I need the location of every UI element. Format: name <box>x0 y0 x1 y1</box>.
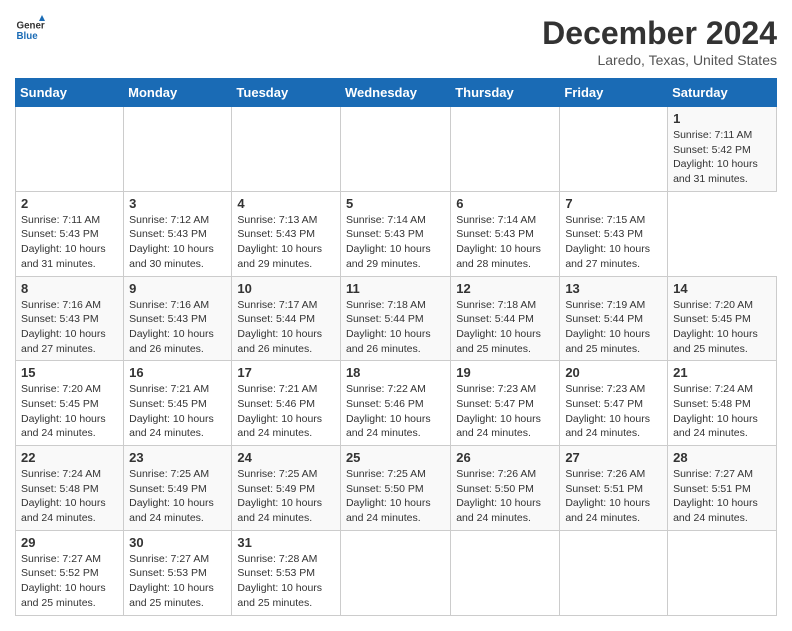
day-cell-14: 14Sunrise: 7:20 AM Sunset: 5:45 PM Dayli… <box>668 276 777 361</box>
empty-cell <box>451 530 560 615</box>
calendar-table: SundayMondayTuesdayWednesdayThursdayFrid… <box>15 78 777 616</box>
empty-cell <box>232 107 341 192</box>
day-cell-6: 6Sunrise: 7:14 AM Sunset: 5:43 PM Daylig… <box>451 191 560 276</box>
day-cell-29: 29Sunrise: 7:27 AM Sunset: 5:52 PM Dayli… <box>16 530 124 615</box>
day-cell-4: 4Sunrise: 7:13 AM Sunset: 5:43 PM Daylig… <box>232 191 341 276</box>
day-cell-17: 17Sunrise: 7:21 AM Sunset: 5:46 PM Dayli… <box>232 361 341 446</box>
empty-cell <box>124 107 232 192</box>
day-cell-5: 5Sunrise: 7:14 AM Sunset: 5:43 PM Daylig… <box>340 191 450 276</box>
day-cell-31: 31Sunrise: 7:28 AM Sunset: 5:53 PM Dayli… <box>232 530 341 615</box>
weekday-header-thursday: Thursday <box>451 79 560 107</box>
svg-text:Blue: Blue <box>17 31 39 42</box>
logo: General Blue <box>15 15 45 45</box>
empty-cell <box>340 107 450 192</box>
week-row-2: 2Sunrise: 7:11 AM Sunset: 5:43 PM Daylig… <box>16 191 777 276</box>
weekday-header-row: SundayMondayTuesdayWednesdayThursdayFrid… <box>16 79 777 107</box>
day-cell-1: 1Sunrise: 7:11 AM Sunset: 5:42 PM Daylig… <box>668 107 777 192</box>
day-cell-20: 20Sunrise: 7:23 AM Sunset: 5:47 PM Dayli… <box>560 361 668 446</box>
day-cell-19: 19Sunrise: 7:23 AM Sunset: 5:47 PM Dayli… <box>451 361 560 446</box>
day-cell-10: 10Sunrise: 7:17 AM Sunset: 5:44 PM Dayli… <box>232 276 341 361</box>
empty-cell <box>340 530 450 615</box>
week-row-4: 15Sunrise: 7:20 AM Sunset: 5:45 PM Dayli… <box>16 361 777 446</box>
day-cell-2: 2Sunrise: 7:11 AM Sunset: 5:43 PM Daylig… <box>16 191 124 276</box>
day-cell-12: 12Sunrise: 7:18 AM Sunset: 5:44 PM Dayli… <box>451 276 560 361</box>
day-cell-18: 18Sunrise: 7:22 AM Sunset: 5:46 PM Dayli… <box>340 361 450 446</box>
day-cell-7: 7Sunrise: 7:15 AM Sunset: 5:43 PM Daylig… <box>560 191 668 276</box>
calendar-title: December 2024 <box>542 15 777 52</box>
week-row-5: 22Sunrise: 7:24 AM Sunset: 5:48 PM Dayli… <box>16 446 777 531</box>
empty-cell <box>560 107 668 192</box>
day-cell-8: 8Sunrise: 7:16 AM Sunset: 5:43 PM Daylig… <box>16 276 124 361</box>
day-cell-28: 28Sunrise: 7:27 AM Sunset: 5:51 PM Dayli… <box>668 446 777 531</box>
svg-text:General: General <box>17 21 46 32</box>
day-cell-9: 9Sunrise: 7:16 AM Sunset: 5:43 PM Daylig… <box>124 276 232 361</box>
title-area: December 2024 Laredo, Texas, United Stat… <box>542 15 777 68</box>
logo-icon: General Blue <box>15 15 45 45</box>
empty-cell <box>560 530 668 615</box>
weekday-header-saturday: Saturday <box>668 79 777 107</box>
day-cell-30: 30Sunrise: 7:27 AM Sunset: 5:53 PM Dayli… <box>124 530 232 615</box>
week-row-3: 8Sunrise: 7:16 AM Sunset: 5:43 PM Daylig… <box>16 276 777 361</box>
day-cell-24: 24Sunrise: 7:25 AM Sunset: 5:49 PM Dayli… <box>232 446 341 531</box>
weekday-header-friday: Friday <box>560 79 668 107</box>
week-row-1: 1Sunrise: 7:11 AM Sunset: 5:42 PM Daylig… <box>16 107 777 192</box>
day-cell-27: 27Sunrise: 7:26 AM Sunset: 5:51 PM Dayli… <box>560 446 668 531</box>
day-cell-16: 16Sunrise: 7:21 AM Sunset: 5:45 PM Dayli… <box>124 361 232 446</box>
week-row-6: 29Sunrise: 7:27 AM Sunset: 5:52 PM Dayli… <box>16 530 777 615</box>
day-cell-3: 3Sunrise: 7:12 AM Sunset: 5:43 PM Daylig… <box>124 191 232 276</box>
day-cell-23: 23Sunrise: 7:25 AM Sunset: 5:49 PM Dayli… <box>124 446 232 531</box>
weekday-header-sunday: Sunday <box>16 79 124 107</box>
day-cell-22: 22Sunrise: 7:24 AM Sunset: 5:48 PM Dayli… <box>16 446 124 531</box>
empty-cell <box>451 107 560 192</box>
empty-cell <box>16 107 124 192</box>
day-cell-13: 13Sunrise: 7:19 AM Sunset: 5:44 PM Dayli… <box>560 276 668 361</box>
weekday-header-monday: Monday <box>124 79 232 107</box>
day-cell-26: 26Sunrise: 7:26 AM Sunset: 5:50 PM Dayli… <box>451 446 560 531</box>
day-cell-25: 25Sunrise: 7:25 AM Sunset: 5:50 PM Dayli… <box>340 446 450 531</box>
empty-cell <box>668 530 777 615</box>
day-cell-21: 21Sunrise: 7:24 AM Sunset: 5:48 PM Dayli… <box>668 361 777 446</box>
day-cell-11: 11Sunrise: 7:18 AM Sunset: 5:44 PM Dayli… <box>340 276 450 361</box>
weekday-header-tuesday: Tuesday <box>232 79 341 107</box>
header: General Blue December 2024 Laredo, Texas… <box>15 15 777 68</box>
day-cell-15: 15Sunrise: 7:20 AM Sunset: 5:45 PM Dayli… <box>16 361 124 446</box>
weekday-header-wednesday: Wednesday <box>340 79 450 107</box>
calendar-subtitle: Laredo, Texas, United States <box>542 52 777 68</box>
